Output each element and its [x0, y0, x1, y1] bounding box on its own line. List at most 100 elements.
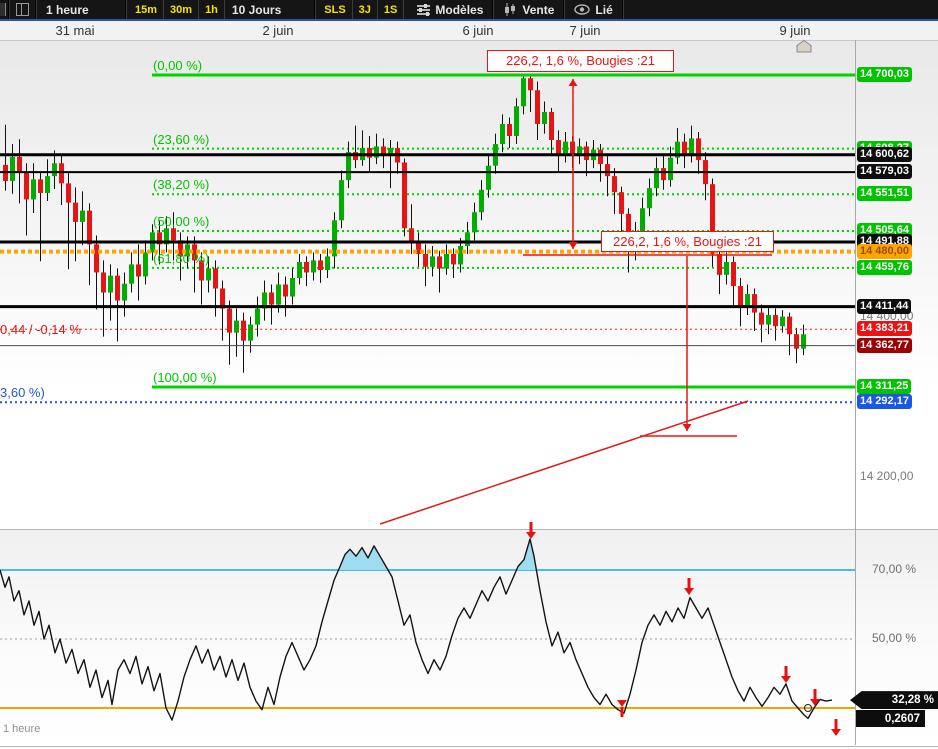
signal-arrow-stem — [687, 578, 691, 588]
candle-body — [108, 275, 113, 293]
candle-body — [325, 256, 330, 271]
candle-body — [129, 264, 134, 284]
candle-body — [661, 168, 666, 181]
candle-body — [507, 123, 512, 137]
candle-body — [738, 286, 743, 307]
candle-body — [794, 334, 799, 349]
candle-body — [458, 245, 463, 265]
candle-body — [801, 334, 806, 349]
price-level-tag: 14 383,21 — [857, 321, 912, 337]
candle-body — [668, 157, 673, 181]
candle-body — [346, 152, 351, 181]
fib-label[interactable]: (61,80 %) — [153, 251, 209, 266]
fib-label[interactable]: (100,00 %) — [153, 370, 217, 385]
candle-body — [451, 253, 456, 265]
candle-body — [766, 314, 771, 325]
candle-body — [647, 188, 652, 209]
candle-body — [612, 176, 617, 193]
rsi-line — [0, 538, 833, 721]
candle-body — [283, 284, 288, 297]
price-level-tag: 14 362,77 — [857, 337, 912, 353]
candle-body — [500, 123, 505, 145]
price-level-tag: 14 459,76 — [857, 259, 912, 275]
candle-body — [444, 253, 449, 269]
candle-body — [479, 189, 484, 213]
signal-arrow-down[interactable] — [526, 532, 536, 539]
candle-body — [724, 262, 729, 275]
footer-timeframe-label: 1 heure — [3, 723, 41, 735]
candle-body — [17, 156, 22, 173]
candle-body — [318, 260, 323, 271]
candle-body — [122, 283, 127, 301]
candle-body — [339, 180, 344, 221]
candle-body — [52, 163, 57, 177]
candle-body — [73, 202, 78, 222]
variation-label: 0,44 / -0,14 % — [0, 322, 81, 337]
candle-body — [248, 324, 253, 341]
candle-body — [290, 278, 295, 297]
price-level-tag: 14 292,17 — [857, 394, 912, 410]
fib-extension-label: 3,60 %) — [0, 385, 45, 400]
price-level-tag: 14 551,51 — [857, 186, 912, 202]
candle-body — [752, 294, 757, 313]
rsi-overbought-label: 70,00 % — [872, 562, 917, 576]
price-axis-tick: 14 200,00 — [860, 469, 914, 484]
signal-arrow-stem — [834, 719, 838, 729]
candle-body — [66, 183, 71, 203]
measure-label-box[interactable]: 226,2, 1,6 %, Bougies :21 — [487, 50, 674, 72]
signal-arrow-down[interactable] — [831, 729, 841, 736]
price-level-tag: 14 600,62 — [857, 146, 912, 162]
signal-arrow-up[interactable] — [617, 700, 627, 707]
candle-body — [528, 78, 533, 91]
candle-body — [773, 314, 778, 327]
candle-body — [472, 212, 477, 233]
candle-body — [696, 138, 701, 161]
arrow-head — [568, 242, 578, 249]
home-icon[interactable] — [796, 39, 812, 53]
rsi-aux-value-tag: 0,2607 — [856, 710, 925, 728]
candle-body — [269, 292, 274, 305]
candle-body — [136, 264, 141, 277]
candle-body — [143, 252, 148, 277]
rsi-mid-label: 50,00 % — [872, 631, 917, 645]
signal-arrow-stem — [620, 707, 624, 717]
candle-body — [171, 228, 176, 241]
chart-canvas[interactable] — [0, 0, 938, 749]
candle-body — [80, 210, 85, 222]
candle-body — [304, 262, 309, 273]
candle-body — [619, 192, 624, 214]
candle-body — [717, 253, 722, 275]
measure-label-box[interactable]: 226,2, 1,6 %, Bougies :21 — [601, 231, 774, 252]
signal-arrow-down[interactable] — [781, 676, 791, 683]
rsi-current-value-tag: 32,28 % — [850, 691, 938, 710]
candle-body — [38, 179, 43, 193]
signal-arrow-down[interactable] — [684, 588, 694, 595]
candle-body — [423, 253, 428, 267]
fib-label[interactable]: (50,00 %) — [153, 214, 209, 229]
trading-platform-window: { "toolbar": { "timeframe": "1 heure", "… — [0, 0, 938, 749]
fib-label[interactable]: (0,00 %) — [153, 58, 202, 73]
arrow-head — [682, 424, 692, 431]
signal-arrow-stem — [529, 522, 533, 532]
signal-arrow-stem — [813, 689, 817, 699]
candle-body — [542, 111, 547, 124]
fib-label[interactable]: (38,20 %) — [153, 177, 209, 192]
candle-body — [430, 256, 435, 267]
candle-body — [94, 244, 99, 273]
price-level-tag: 14 700,03 — [857, 67, 912, 82]
candle-body — [87, 210, 92, 245]
signal-arrow-stem — [784, 666, 788, 676]
candle-body — [535, 90, 540, 124]
candle-body — [486, 165, 491, 190]
candle-body — [115, 275, 120, 301]
trend-line[interactable] — [379, 400, 749, 525]
price-level-tag: 14 579,03 — [857, 164, 912, 180]
candle-body — [206, 268, 211, 281]
price-level-tag: 14 411,44 — [857, 298, 912, 314]
fib-label[interactable]: (23,60 %) — [153, 132, 209, 147]
candle-body — [234, 320, 239, 333]
price-level-tag: 14 311,25 — [857, 378, 912, 394]
candle-body — [605, 164, 610, 177]
candle-body — [10, 156, 15, 181]
price-level-tag: 14 480,00 — [857, 243, 912, 259]
